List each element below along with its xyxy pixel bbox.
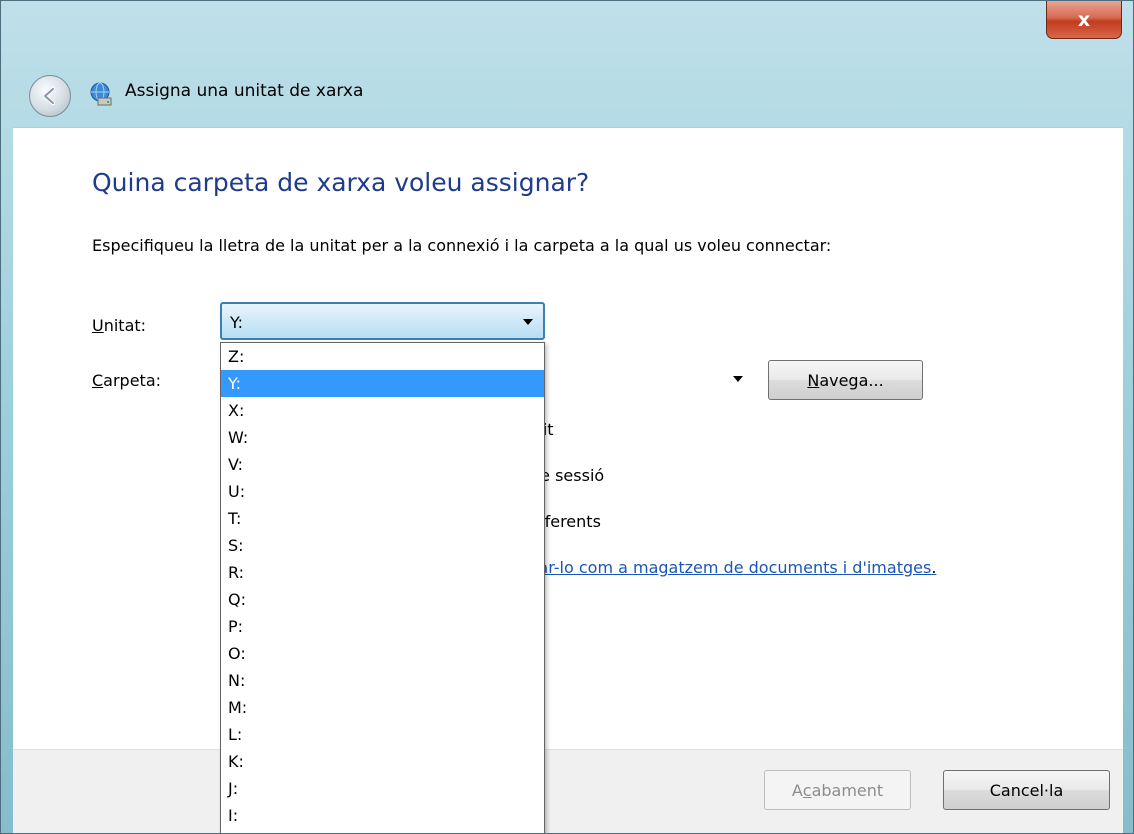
drive-list-item[interactable]: I: [221, 802, 544, 829]
folder-label-accelerator: C [92, 371, 104, 390]
drive-list-item[interactable]: L: [221, 721, 544, 748]
drive-list-item[interactable]: T: [221, 505, 544, 532]
document-storage-link[interactable]: zar-lo com a magatzem de documents i d'i… [530, 558, 936, 577]
folder-label-text: arpeta: [103, 371, 162, 390]
drive-list-item[interactable]: K: [221, 748, 544, 775]
wizard-footer: Ac abament Cancel·la [13, 749, 1123, 833]
back-button[interactable] [29, 75, 71, 117]
drive-list-item[interactable]: M: [221, 694, 544, 721]
instructions-text: Especifiqueu la lletra de la unitat per … [92, 236, 832, 255]
drive-list-item[interactable]: N: [221, 667, 544, 694]
close-button[interactable]: x [1046, 1, 1122, 39]
drive-letter-select[interactable]: Y: [220, 302, 545, 340]
folder-label: Carpeta: [92, 371, 161, 390]
drive-list-item[interactable]: R: [221, 559, 544, 586]
drive-list-item[interactable]: Q: [221, 586, 544, 613]
drive-select-value: Y: [230, 313, 244, 332]
drive-list-item[interactable]: J: [221, 775, 544, 802]
drive-label-accelerator: U [92, 316, 104, 335]
finish-label-post: abament [811, 780, 884, 800]
arrow-left-icon [43, 87, 55, 105]
window-title: Assigna una unitat de xarxa [125, 81, 364, 101]
wizard-content: Quina carpeta de xarxa voleu assignar? E… [13, 127, 1123, 749]
finish-button[interactable]: Ac abament [764, 770, 911, 810]
browse-button[interactable]: Navega... [768, 360, 923, 400]
finish-accelerator: c [802, 780, 812, 800]
page-heading: Quina carpeta de xarxa voleu assignar? [92, 168, 590, 197]
chevron-down-icon[interactable] [733, 376, 743, 382]
drive-letter-dropdown-list[interactable]: Z:Y:X:W:V:U:T:S:R:Q:P:O:N:M:L:K:J:I:H: [220, 342, 545, 833]
map-network-drive-window: x Assigna una unitat de xarxa Quina carp… [0, 0, 1134, 834]
network-drive-icon [90, 82, 112, 106]
drive-label-text: nitat: [103, 316, 147, 335]
folder-combobox[interactable] [533, 360, 757, 398]
drive-list-item-selected[interactable]: Y: [221, 370, 544, 397]
drive-list-item[interactable]: H: [221, 829, 544, 833]
drive-label: Unitat: [92, 316, 146, 335]
drive-list-item[interactable]: X: [221, 397, 544, 424]
browse-label: avega... [819, 370, 884, 390]
close-icon: x [1077, 8, 1091, 31]
drive-list-item[interactable]: P: [221, 613, 544, 640]
link-trailing-dot: . [931, 558, 937, 577]
finish-label-pre: A [791, 780, 803, 800]
chevron-down-icon [523, 319, 533, 325]
drive-list-item[interactable]: U: [221, 478, 544, 505]
drive-list-item[interactable]: O: [221, 640, 544, 667]
drive-list-item[interactable]: V: [221, 451, 544, 478]
browse-accelerator: N [807, 370, 820, 390]
cancel-button[interactable]: Cancel·la [943, 770, 1110, 810]
document-storage-link-text[interactable]: zar-lo com a magatzem de documents i d'i… [530, 558, 931, 577]
drive-list-item[interactable]: S: [221, 532, 544, 559]
drive-list-item[interactable]: Z: [221, 343, 544, 370]
drive-list-item[interactable]: W: [221, 424, 544, 451]
